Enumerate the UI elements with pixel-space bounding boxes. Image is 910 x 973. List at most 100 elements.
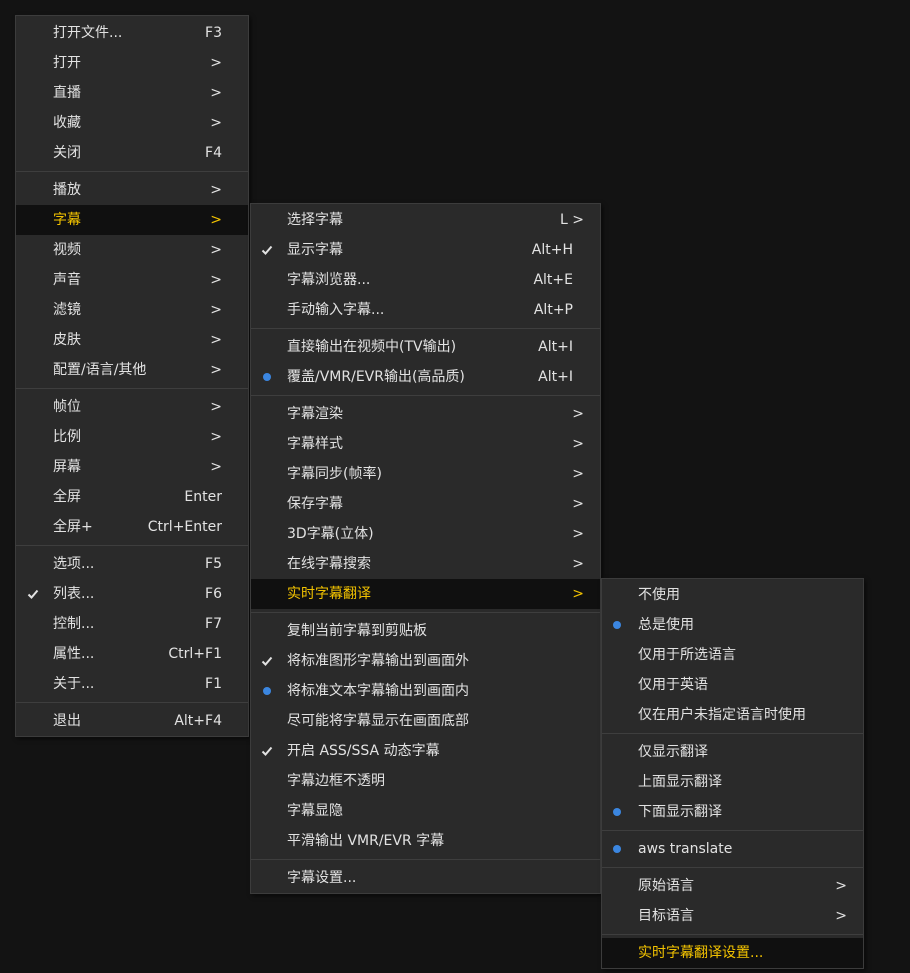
menu-separator <box>16 385 248 392</box>
menu-item-target-language[interactable]: 目标语言 > <box>602 901 863 931</box>
menu-item-unspecified-language-only[interactable]: 仅在用户未指定语言时使用 <box>602 700 863 730</box>
menu-item-subtitle-bottom[interactable]: 尽可能将字幕显示在画面底部 <box>251 706 600 736</box>
menu-item-close[interactable]: 关闭 F4 <box>16 138 248 168</box>
menu-item-open[interactable]: 打开 > <box>16 48 248 78</box>
menu-item-subtitles[interactable]: 字幕 > <box>16 205 248 235</box>
check-icon <box>260 235 274 265</box>
menu-item-translation-below[interactable]: 下面显示翻译 <box>602 797 863 827</box>
menu-item-label: 复制当前字幕到剪贴板 <box>287 623 427 639</box>
menu-item-text-subtitle-inside[interactable]: 将标准文本字幕输出到画面内 <box>251 676 600 706</box>
menu-item-favorites[interactable]: 收藏 > <box>16 108 248 138</box>
submenu-arrow: > <box>210 85 222 101</box>
menu-item-label: 手动输入字幕... <box>287 302 385 318</box>
menu-item-label: 视频 <box>53 242 81 258</box>
menu-item-skin[interactable]: 皮肤 > <box>16 325 248 355</box>
menu-item-source-language[interactable]: 原始语言 > <box>602 871 863 901</box>
menu-item-playlist[interactable]: 列表... F6 <box>16 579 248 609</box>
menu-item-live[interactable]: 直播 > <box>16 78 248 108</box>
menu-item-shortcut: Enter <box>184 489 222 505</box>
menu-item-label: 总是使用 <box>638 617 694 633</box>
subtitle-submenu: 选择字幕 L > 显示字幕 Alt+H 字幕浏览器... Alt+E 手动输入字… <box>250 203 601 894</box>
menu-item-selected-language-only[interactable]: 仅用于所选语言 <box>602 640 863 670</box>
menu-item-toggle-subtitle[interactable]: 字幕显隐 <box>251 796 600 826</box>
menu-item-always-use[interactable]: 总是使用 <box>602 610 863 640</box>
menu-item-shortcut: F3 <box>205 25 222 41</box>
submenu-arrow: > <box>210 55 222 71</box>
menu-item-not-use[interactable]: 不使用 <box>602 580 863 610</box>
submenu-arrow: > <box>210 399 222 415</box>
menu-item-shortcut: F1 <box>205 676 222 692</box>
menu-item-label: 控制... <box>53 616 95 632</box>
menu-item-graphic-subtitle-outside[interactable]: 将标准图形字幕输出到画面外 <box>251 646 600 676</box>
menu-item-label: 开启 ASS/SSA 动态字幕 <box>287 743 440 759</box>
menu-item-label: 收藏 <box>53 115 81 131</box>
menu-item-label: 显示字幕 <box>287 242 343 258</box>
menu-item-label: 声音 <box>53 272 81 288</box>
radio-selected-icon <box>610 610 624 640</box>
menu-item-smooth-vmr-evr[interactable]: 平滑输出 VMR/EVR 字幕 <box>251 826 600 856</box>
menu-item-copy-subtitle[interactable]: 复制当前字幕到剪贴板 <box>251 616 600 646</box>
menu-item-fullscreen-plus[interactable]: 全屏+ Ctrl+Enter <box>16 512 248 542</box>
menu-item-translation-settings[interactable]: 实时字幕翻译设置... <box>602 938 863 968</box>
menu-item-ass-ssa-dynamic[interactable]: 开启 ASS/SSA 动态字幕 <box>251 736 600 766</box>
submenu-arrow: > <box>572 586 584 602</box>
menu-item-label: 将标准文本字幕输出到画面内 <box>287 683 469 699</box>
menu-item-3d-subtitle[interactable]: 3D字幕(立体) > <box>251 519 600 549</box>
menu-item-show-translation-only[interactable]: 仅显示翻译 <box>602 737 863 767</box>
menu-item-show-subtitle[interactable]: 显示字幕 Alt+H <box>251 235 600 265</box>
menu-item-tv-output[interactable]: 直接输出在视频中(TV输出) Alt+I <box>251 332 600 362</box>
menu-item-subtitle-sync[interactable]: 字幕同步(帧率) > <box>251 459 600 489</box>
menu-item-ratio[interactable]: 比例 > <box>16 422 248 452</box>
radio-selected-icon <box>260 362 274 392</box>
menu-item-fullscreen[interactable]: 全屏 Enter <box>16 482 248 512</box>
menu-item-exit[interactable]: 退出 Alt+F4 <box>16 706 248 736</box>
menu-item-properties[interactable]: 属性... Ctrl+F1 <box>16 639 248 669</box>
menu-item-shortcut: Alt+I <box>538 339 573 355</box>
menu-item-options[interactable]: 选项... F5 <box>16 549 248 579</box>
menu-item-manual-subtitle[interactable]: 手动输入字幕... Alt+P <box>251 295 600 325</box>
menu-item-label: 字幕渲染 <box>287 406 343 422</box>
menu-item-shortcut: F7 <box>205 616 222 632</box>
submenu-arrow: > <box>210 115 222 131</box>
menu-item-about[interactable]: 关于... F1 <box>16 669 248 699</box>
menu-item-subtitle-settings[interactable]: 字幕设置... <box>251 863 600 893</box>
check-icon <box>260 736 274 766</box>
menu-item-control[interactable]: 控制... F7 <box>16 609 248 639</box>
menu-item-translation-above[interactable]: 上面显示翻译 <box>602 767 863 797</box>
menu-item-label: 实时字幕翻译 <box>287 586 371 602</box>
menu-item-save-subtitle[interactable]: 保存字幕 > <box>251 489 600 519</box>
menu-item-subtitle-browser[interactable]: 字幕浏览器... Alt+E <box>251 265 600 295</box>
menu-item-realtime-translation[interactable]: 实时字幕翻译 > <box>251 579 600 609</box>
menu-item-video[interactable]: 视频 > <box>16 235 248 265</box>
menu-item-label: 下面显示翻译 <box>638 804 722 820</box>
menu-item-english-only[interactable]: 仅用于英语 <box>602 670 863 700</box>
menu-item-select-subtitle[interactable]: 选择字幕 L > <box>251 205 600 235</box>
menu-item-online-subtitle-search[interactable]: 在线字幕搜索 > <box>251 549 600 579</box>
menu-item-playback[interactable]: 播放 > <box>16 175 248 205</box>
menu-item-frame[interactable]: 帧位 > <box>16 392 248 422</box>
submenu-arrow: > <box>572 466 584 482</box>
menu-item-shortcut: Alt+F4 <box>174 713 222 729</box>
menu-item-audio[interactable]: 声音 > <box>16 265 248 295</box>
menu-item-subtitle-render[interactable]: 字幕渲染 > <box>251 399 600 429</box>
menu-item-opaque-border[interactable]: 字幕边框不透明 <box>251 766 600 796</box>
menu-item-shortcut: Alt+H <box>531 242 573 258</box>
menu-item-shortcut: F6 <box>205 586 222 602</box>
menu-item-subtitle-style[interactable]: 字幕样式 > <box>251 429 600 459</box>
menu-item-label: 字幕 <box>53 212 81 228</box>
menu-item-shortcut: Alt+I <box>538 369 573 385</box>
menu-separator <box>16 168 248 175</box>
menu-item-label: 全屏 <box>53 489 81 505</box>
menu-item-config-language[interactable]: 配置/语言/其他 > <box>16 355 248 385</box>
menu-item-shortcut: Alt+E <box>533 272 573 288</box>
check-icon <box>260 646 274 676</box>
menu-item-screen[interactable]: 屏幕 > <box>16 452 248 482</box>
menu-item-filters[interactable]: 滤镜 > <box>16 295 248 325</box>
menu-item-open-file[interactable]: 打开文件... F3 <box>16 18 248 48</box>
menu-item-vmr-evr-output[interactable]: 覆盖/VMR/EVR输出(高品质) Alt+I <box>251 362 600 392</box>
submenu-arrow: > <box>572 406 584 422</box>
menu-item-aws-translate[interactable]: aws translate <box>602 834 863 864</box>
menu-item-label: 属性... <box>53 646 95 662</box>
submenu-arrow: > <box>210 302 222 318</box>
menu-item-label: 打开文件... <box>53 25 123 41</box>
